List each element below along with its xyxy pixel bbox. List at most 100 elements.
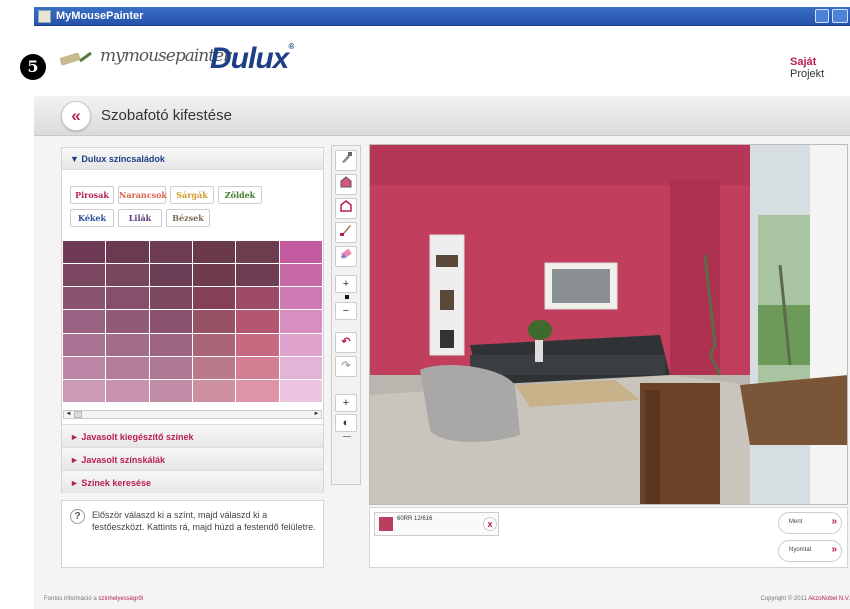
my-projects-link[interactable]: Saját Projekt [790, 56, 850, 80]
step-badge: 5 [20, 54, 46, 80]
family-beiges[interactable]: Bézsek [166, 209, 210, 227]
contrast-icon[interactable]: ◐ [335, 414, 357, 432]
contrast-minus-icon[interactable] [343, 436, 351, 437]
selected-color-chip[interactable]: 60RR 12/616 x [374, 512, 499, 536]
color-swatch[interactable] [236, 241, 279, 264]
zoom-in-icon[interactable]: + [335, 275, 357, 293]
color-swatch[interactable] [106, 310, 149, 333]
app-body: 5 mymousepainter Dulux® Saját Projekt « … [20, 26, 850, 609]
scroll-left-icon[interactable]: ◄ [64, 411, 73, 418]
header: 5 mymousepainter Dulux® Saját Projekt [20, 26, 850, 96]
help-box: ? Először válaszd ki a színt, majd válas… [61, 500, 324, 568]
print-button[interactable]: Nyomtat » [778, 540, 842, 562]
color-swatch[interactable] [236, 264, 279, 287]
color-swatch[interactable] [279, 379, 322, 402]
save-label: Ment [789, 519, 803, 525]
color-swatch[interactable] [279, 241, 322, 264]
color-swatch[interactable] [149, 287, 192, 310]
color-swatch[interactable] [279, 333, 322, 356]
contrast-plus-icon[interactable]: + [335, 394, 357, 412]
color-swatch[interactable] [149, 379, 192, 402]
family-blues[interactable]: Kékek [70, 209, 114, 227]
back-button[interactable]: « [61, 101, 91, 131]
akzonobel-link[interactable]: AkzoNobel N.V. [808, 596, 850, 602]
window-title: MyMousePainter [56, 10, 144, 22]
color-swatch[interactable] [192, 287, 236, 310]
room-photo-canvas[interactable] [369, 144, 848, 505]
family-label: Zöldek [224, 190, 256, 200]
color-swatch[interactable] [63, 241, 106, 264]
color-swatch[interactable] [149, 241, 192, 264]
zoom-out-icon[interactable]: − [335, 302, 357, 320]
color-swatch[interactable] [236, 333, 279, 356]
color-swatch[interactable] [279, 356, 322, 379]
color-swatch[interactable] [106, 333, 149, 356]
color-swatch[interactable] [63, 310, 106, 333]
family-oranges[interactable]: Narancsok [118, 186, 167, 204]
color-families-header[interactable]: ▼ Dulux színcsaládok [62, 148, 323, 170]
eraser-icon[interactable] [335, 246, 357, 267]
color-swatch[interactable] [236, 356, 279, 379]
page-title: Szobafotó kifestése [101, 107, 232, 124]
color-swatch[interactable] [192, 264, 236, 287]
color-swatch[interactable] [192, 379, 236, 402]
room-photo [370, 145, 847, 504]
paint-toolbar: + − ↶ ↷ + ◐ [331, 145, 361, 485]
paint-roller-icon [59, 51, 92, 66]
color-swatch[interactable] [192, 241, 236, 264]
logo-brand-text: Dulux [210, 42, 289, 75]
color-swatch[interactable] [279, 264, 322, 287]
redo-icon[interactable]: ↷ [335, 356, 357, 377]
family-yellows[interactable]: Sárgák [170, 186, 214, 204]
remove-color-button[interactable]: x [483, 517, 497, 531]
color-swatch[interactable] [63, 287, 106, 310]
color-swatch[interactable] [106, 379, 149, 402]
color-swatch[interactable] [63, 333, 106, 356]
color-swatch[interactable] [63, 264, 106, 287]
accordion-color-search[interactable]: ► Színek keresése [62, 470, 323, 493]
selected-color-swatch [379, 517, 393, 531]
color-swatch[interactable] [149, 310, 192, 333]
family-label: Bézsek [172, 213, 204, 223]
color-swatch[interactable] [279, 287, 322, 310]
color-swatch[interactable] [106, 356, 149, 379]
color-swatch[interactable] [106, 241, 149, 264]
color-swatch[interactable] [106, 264, 149, 287]
project-link-rest: Projekt [790, 68, 825, 80]
color-swatch[interactable] [192, 310, 236, 333]
scroll-thumb[interactable] [74, 411, 82, 418]
color-swatch[interactable] [149, 264, 192, 287]
brush-icon[interactable] [335, 222, 357, 243]
color-swatch[interactable] [106, 287, 149, 310]
color-swatch[interactable] [279, 310, 322, 333]
save-button[interactable]: Ment » [778, 512, 842, 534]
scroll-right-icon[interactable]: ► [312, 411, 321, 418]
color-swatch[interactable] [192, 356, 236, 379]
maximize-button[interactable] [832, 9, 848, 23]
eraser-fill-icon[interactable] [335, 198, 357, 219]
color-swatch[interactable] [149, 356, 192, 379]
save-arrow-icon: » [831, 516, 837, 527]
family-label: Sárgák [176, 190, 208, 200]
accordion-color-schemes[interactable]: ► Javasolt színskálák [62, 447, 323, 470]
minimize-button[interactable] [815, 9, 829, 23]
swatch-scrollbar[interactable]: ◄ ► [63, 410, 322, 419]
picker-icon[interactable] [335, 150, 357, 171]
color-swatch[interactable] [236, 287, 279, 310]
color-swatch[interactable] [149, 333, 192, 356]
color-swatch[interactable] [236, 310, 279, 333]
color-swatch[interactable] [63, 379, 106, 402]
color-swatch[interactable] [63, 356, 106, 379]
undo-icon[interactable]: ↶ [335, 332, 357, 353]
color-palette-panel: ▼ Dulux színcsaládok Pirosak Narancsok S… [61, 147, 324, 493]
color-accuracy-link[interactable]: színhelyességről [98, 596, 143, 602]
color-swatch[interactable] [192, 333, 236, 356]
print-arrow-icon: » [831, 544, 837, 555]
accordion-complementary-colors[interactable]: ► Javasolt kiegészítő színek [62, 424, 323, 447]
family-greens[interactable]: Zöldek [218, 186, 262, 204]
color-swatch[interactable] [236, 379, 279, 402]
color-swatch-grid [63, 241, 322, 402]
family-reds[interactable]: Pirosak [70, 186, 114, 204]
fill-icon[interactable] [335, 174, 357, 195]
family-purples[interactable]: Lilák [118, 209, 162, 227]
